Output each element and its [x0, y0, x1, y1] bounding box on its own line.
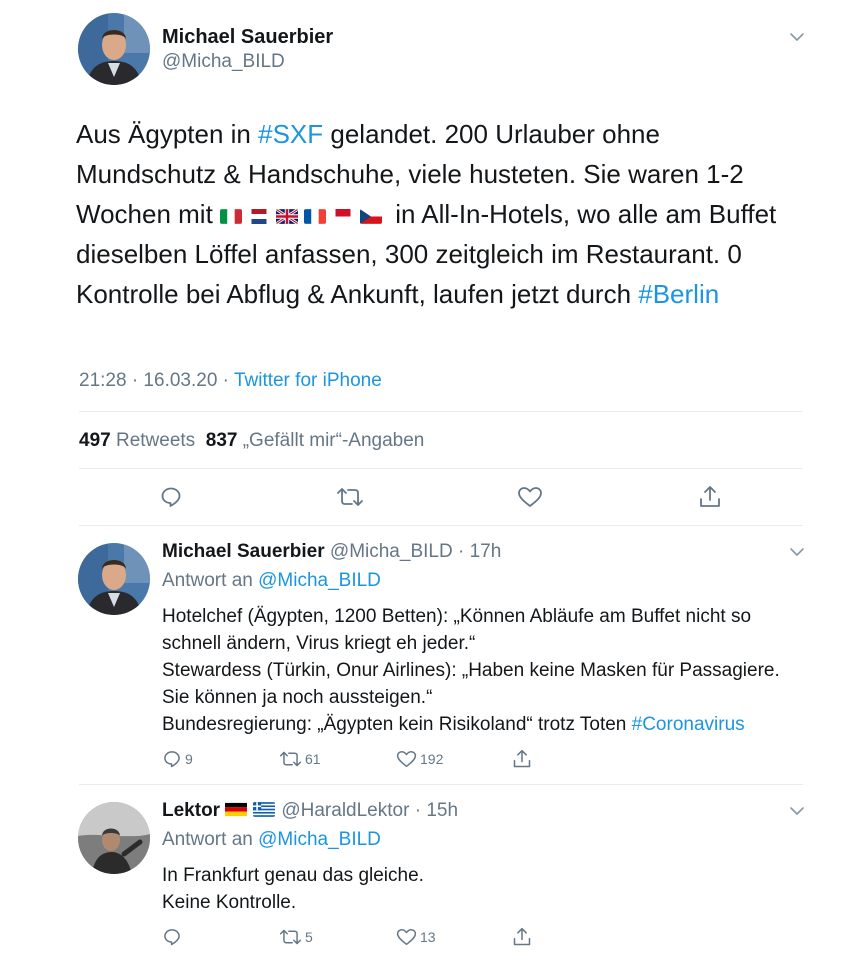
flag-italy-icon: [220, 209, 243, 224]
reply-icon: [164, 929, 180, 946]
tweet-meta: 21:28 · 16.03.20 · Twitter for iPhone: [79, 370, 382, 392]
share-button[interactable]: [512, 926, 532, 948]
reply-to-handle[interactable]: @Micha_BILD: [258, 570, 381, 591]
reply-text-line: Stewardess (Türkin, Onur Airlines): „Hab…: [162, 660, 780, 708]
avatar[interactable]: [78, 13, 150, 85]
like-button[interactable]: [517, 485, 543, 509]
share-icon: [700, 486, 720, 507]
flag-germany-icon: [225, 802, 248, 817]
retweet-icon: [337, 488, 363, 506]
timestamp[interactable]: 21:28 · 16.03.20 ·: [79, 370, 234, 391]
timestamp[interactable]: 15h: [426, 800, 458, 821]
chevron-down-icon[interactable]: [788, 802, 806, 820]
divider: [79, 411, 803, 412]
reply-to-handle[interactable]: @Micha_BILD: [258, 829, 381, 850]
author-name[interactable]: Michael Sauerbier: [162, 541, 325, 562]
hashtag-link[interactable]: #Berlin: [638, 279, 719, 309]
separator-dot: ·: [452, 541, 470, 562]
like-count: 192: [420, 751, 444, 767]
retweet-label[interactable]: Retweets: [116, 430, 195, 451]
reply-to-line: Antwort an @Micha_BILD: [162, 570, 381, 592]
like-count[interactable]: 837: [206, 430, 238, 451]
retweet-count[interactable]: 497: [79, 430, 111, 451]
timestamp[interactable]: 17h: [470, 541, 502, 562]
tweet-text-part: Aus Ägypten in: [76, 119, 259, 149]
reply-text-line: In Frankfurt genau das gleiche.: [162, 865, 424, 886]
reply-icon: [161, 487, 181, 507]
heart-icon: [396, 929, 417, 945]
tweet-stats: 497 Retweets 837 „Gefällt mir“-Angaben: [79, 430, 424, 452]
flag-netherlands-icon: [248, 209, 270, 224]
flag-uk-icon: [276, 209, 299, 224]
like-count: 13: [420, 929, 436, 945]
reply-to-prefix: Antwort an: [162, 570, 259, 591]
source-link[interactable]: Twitter for iPhone: [234, 370, 382, 391]
retweet-button[interactable]: 5: [279, 927, 313, 947]
retweet-count: 61: [305, 751, 321, 767]
share-icon: [513, 927, 531, 946]
reply-to-prefix: Antwort an: [162, 829, 259, 850]
retweet-icon: [279, 929, 302, 945]
retweet-icon: [279, 751, 302, 767]
author-handle[interactable]: @Micha_BILD: [162, 51, 285, 73]
separator-dot: ·: [409, 800, 427, 821]
tweet-text: Aus Ägypten in #SXF gelandet. 200 Urlaub…: [76, 114, 796, 314]
reply-button[interactable]: 9: [162, 749, 193, 769]
chevron-down-icon[interactable]: [788, 28, 806, 46]
retweet-button[interactable]: [336, 485, 364, 509]
reply-button[interactable]: [162, 927, 185, 947]
reply-count: 9: [185, 751, 193, 767]
reply-text: Hotelchef (Ägypten, 1200 Betten): „Könne…: [162, 603, 812, 738]
retweet-count: 5: [305, 929, 313, 945]
chevron-down-icon[interactable]: [788, 543, 806, 561]
like-button[interactable]: 192: [396, 749, 443, 769]
reply-to-line: Antwort an @Micha_BILD: [162, 829, 381, 851]
avatar[interactable]: [78, 543, 150, 615]
avatar[interactable]: [78, 802, 150, 874]
divider: [79, 468, 803, 469]
reply-text-line: Keine Kontrolle.: [162, 892, 297, 913]
author-name[interactable]: Lektor: [162, 800, 220, 821]
share-button[interactable]: [512, 748, 532, 770]
hashtag-link[interactable]: #SXF: [258, 119, 323, 149]
like-button[interactable]: 13: [396, 927, 436, 947]
divider: [79, 525, 803, 526]
author-name[interactable]: Michael Sauerbier: [162, 26, 333, 49]
flag-france-icon: [304, 209, 327, 224]
reply-text: In Frankfurt genau das gleiche. Keine Ko…: [162, 862, 812, 916]
heart-icon: [518, 487, 542, 507]
reply-icon: [164, 751, 180, 768]
author-handle[interactable]: @Micha_BILD: [330, 541, 453, 562]
hashtag-link[interactable]: #Coronavirus: [632, 714, 745, 735]
flag-czech-icon: [360, 209, 383, 224]
like-label[interactable]: „Gefällt mir“-Angaben: [243, 430, 425, 451]
reply-button[interactable]: [159, 485, 183, 509]
reply-text-part: Bundesregierung: „Ägypten kein Risikolan…: [162, 714, 632, 735]
heart-icon: [396, 751, 417, 767]
flag-monaco-icon: [332, 209, 354, 224]
reply-text-line: Hotelchef (Ägypten, 1200 Betten): „Könne…: [162, 606, 752, 654]
flag-greece-icon: [253, 802, 276, 817]
reply-text-line: Bundesregierung: „Ägypten kein Risikolan…: [162, 711, 812, 738]
share-icon: [513, 749, 531, 768]
retweet-button[interactable]: 61: [279, 749, 321, 769]
share-button[interactable]: [698, 484, 722, 510]
divider: [79, 784, 803, 785]
reply-header: Michael Sauerbier @Micha_BILD · 17h: [162, 541, 501, 563]
reply-header: Lektor @HaraldLektor · 15h: [162, 800, 458, 822]
author-handle[interactable]: @HaraldLektor: [281, 800, 409, 821]
